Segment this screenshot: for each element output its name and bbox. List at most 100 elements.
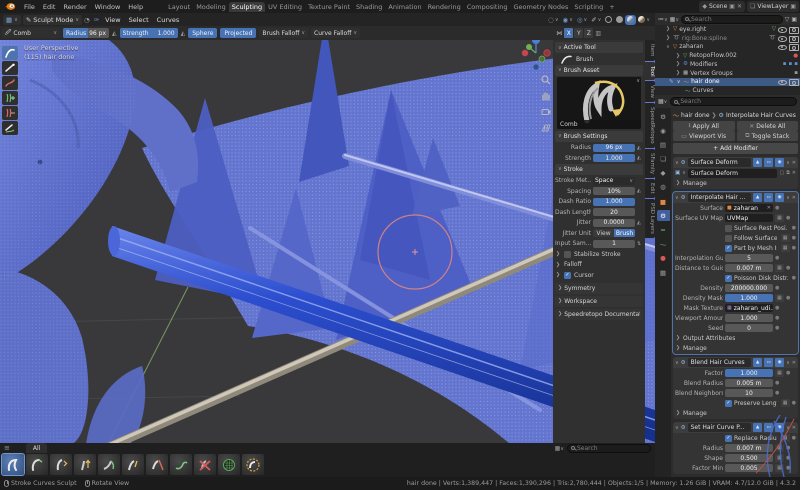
radius-slider[interactable]: Radius 96 px: [63, 28, 109, 38]
tool-add-hair[interactable]: [2, 91, 18, 105]
active-tool-header[interactable]: ∨Active Tool: [555, 42, 643, 53]
tab-rendering[interactable]: Rendering: [425, 2, 464, 12]
scene-unlink-icon[interactable]: ✕: [737, 3, 742, 10]
shelf-menu-icon[interactable]: ≡: [4, 444, 10, 452]
proportional-edit-button[interactable]: ◎∨: [575, 15, 589, 25]
brush-thumb-delete[interactable]: [194, 454, 216, 475]
tool-comb[interactable]: [2, 46, 18, 60]
stroke-header[interactable]: ∨Stroke: [555, 164, 643, 175]
interpolate-hair-header[interactable]: ∨⚙ Interpolate Hair ... ▲ ▭ ◉ ∨ ✕: [673, 192, 798, 203]
shelf-display-button[interactable]: ▦∨: [555, 445, 564, 452]
tab-material[interactable]: ●: [657, 253, 670, 264]
close-icon[interactable]: ✕: [792, 160, 796, 166]
outliner-search-input[interactable]: [691, 16, 779, 23]
part-by-island-checkbox[interactable]: ✓: [725, 245, 732, 252]
viewport-3d[interactable]: ▦∨ ✎ Sculpt Mode ∨ ◔ ✑ View Select Curve…: [0, 13, 655, 477]
tab-tool[interactable]: ⚙: [657, 111, 670, 122]
attribute-toggle-icon[interactable]: ▦: [775, 444, 784, 452]
uv-map-field[interactable]: UVMap: [725, 214, 773, 222]
surface-rest-checkbox[interactable]: ✓: [725, 225, 732, 232]
ntab-edit[interactable]: Edit: [645, 179, 655, 198]
blend-radius-field[interactable]: 0.005 m: [725, 379, 773, 387]
profile-radius-field[interactable]: 0.007 m: [725, 444, 773, 452]
tool-draw[interactable]: [2, 121, 18, 135]
symmetry-x-toggle[interactable]: X: [564, 28, 573, 38]
strength-pressure-icon[interactable]: ◭: [637, 155, 641, 161]
extras-dropdown[interactable]: ∨: [786, 195, 790, 201]
realtime-toggle[interactable]: ▭: [764, 358, 773, 367]
close-icon[interactable]: ✕: [792, 195, 796, 201]
outliner-row-retopoflow[interactable]: ❯▽ RetopoFlow.002 ●: [655, 51, 800, 60]
seed-field[interactable]: 0: [725, 324, 773, 332]
poisson-disk-checkbox[interactable]: ✓: [725, 275, 732, 282]
ntab-tool[interactable]: Tool: [645, 62, 655, 81]
snap-button[interactable]: ◉∨: [561, 15, 575, 25]
workspace-panel[interactable]: ❯Workspace: [555, 296, 643, 307]
outliner-filter-icon[interactable]: ▽: [785, 16, 790, 23]
edit-mode-toggle[interactable]: ▲: [753, 423, 762, 432]
surface-deform-header[interactable]: ∨⚙ Surface Deform ▲ ▭ ◉ ∨ ✕: [673, 157, 798, 168]
outliner-row-curves[interactable]: 〜 Curves: [655, 86, 800, 95]
distance-to-guides-field[interactable]: 0.007 m: [725, 264, 773, 272]
tab-data[interactable]: 〜: [657, 239, 670, 250]
outliner-row-modifiers[interactable]: ❯⚙ Modifiers ▪ ▪ ▪: [655, 60, 800, 69]
outliner-row-zaharan[interactable]: ∨▽ zaharan: [655, 43, 800, 52]
disable-render-icon[interactable]: [789, 35, 798, 42]
brush-falloff-dropdown[interactable]: Brush Falloff∨: [259, 28, 308, 38]
annotate-button[interactable]: ✐∨: [589, 15, 603, 25]
scene-selector[interactable]: ◆ Scene ▣ ✕: [699, 1, 745, 12]
shading-rendered-button[interactable]: ∨: [636, 15, 652, 25]
stabilize-stroke-checkbox[interactable]: ✓: [564, 251, 571, 258]
tab-animation[interactable]: Animation: [385, 2, 424, 12]
close-icon[interactable]: ✕: [792, 360, 796, 366]
brush-thumb-cut[interactable]: [146, 454, 168, 475]
curve-falloff-dropdown[interactable]: Curve Falloff∨: [311, 28, 360, 38]
surface-deform-target[interactable]: Surface Deform: [688, 169, 778, 178]
brush-thumb-comb[interactable]: [2, 454, 24, 475]
ntab-view[interactable]: View: [645, 81, 655, 102]
input-samples-stepper-icon[interactable]: ⇅: [637, 241, 641, 247]
falloff-toggle-icon[interactable]: ◔: [82, 15, 92, 25]
tab-world[interactable]: ◍: [657, 182, 670, 193]
brush-selector[interactable]: 🖉 Comb ∨: [2, 28, 60, 38]
scene-new-icon[interactable]: ▣: [729, 3, 735, 10]
strength-pressure-icon[interactable]: ◭: [181, 30, 186, 37]
blend-hair-header[interactable]: ∨⚙ Blend Hair Curves ▲ ▭ ◉ ∨ ✕: [673, 357, 798, 368]
symmetry-z-toggle[interactable]: Z: [584, 28, 593, 38]
ntab-sfamily[interactable]: SFamily: [645, 149, 655, 178]
breadcrumb-modifier[interactable]: Interpolate Hair Curves: [726, 112, 796, 119]
realtime-toggle[interactable]: ▭: [764, 158, 773, 167]
tab-texture-paint[interactable]: Texture Paint: [305, 2, 353, 12]
edit-mode-toggle[interactable]: ▲: [753, 158, 762, 167]
hide-eye-icon[interactable]: [778, 26, 787, 33]
brush-asset-header[interactable]: ∨Brush Asset: [555, 65, 643, 76]
density-mask-field[interactable]: 1.000: [725, 294, 773, 302]
editor-type-button[interactable]: ▦∨: [3, 15, 21, 25]
add-modifier-button[interactable]: +Add Modifier: [673, 143, 798, 154]
outliner-row-rig[interactable]: ❯➰ rig:Bone:spline ➰: [655, 34, 800, 43]
attribute-toggle-icon[interactable]: ▦: [781, 399, 790, 407]
spacing-field[interactable]: 10%: [593, 187, 635, 195]
dash-ratio-field[interactable]: 1.000: [593, 198, 635, 206]
density-field[interactable]: 200000.000: [725, 284, 773, 292]
menu-select[interactable]: Select: [125, 16, 153, 24]
brush-preview[interactable]: ∨ Comb: [557, 77, 641, 129]
falloff-subpanel[interactable]: Falloff: [564, 261, 582, 268]
replace-radius-checkbox[interactable]: ✓: [725, 435, 732, 442]
view-layer-new-icon[interactable]: ▣: [790, 3, 796, 10]
tab-geometry-nodes[interactable]: Geometry Nodes: [511, 2, 572, 12]
outliner-display-mode-button[interactable]: ≔∨: [658, 16, 668, 23]
properties-display-button[interactable]: ▦∨: [658, 98, 667, 105]
new-collection-icon[interactable]: ▣: [791, 16, 797, 23]
menu-edit[interactable]: Edit: [39, 3, 60, 11]
input-samples-field[interactable]: 1: [593, 240, 635, 248]
radius-pressure-icon[interactable]: ◭: [637, 145, 641, 151]
pan-hand-icon[interactable]: [541, 91, 551, 101]
tab-compositing[interactable]: Compositing: [464, 2, 511, 12]
sd-manage-subpanel[interactable]: Manage: [683, 180, 707, 187]
tab-scene[interactable]: ◆: [657, 168, 670, 179]
attribute-toggle-icon[interactable]: ▦: [781, 234, 790, 242]
blend-neighbors-field[interactable]: 10: [725, 389, 773, 397]
outliner-row-vertex-groups[interactable]: ❯▦ Vertex Groups ▪: [655, 69, 800, 78]
apply-all-button[interactable]: ⭳Apply All: [673, 121, 735, 131]
